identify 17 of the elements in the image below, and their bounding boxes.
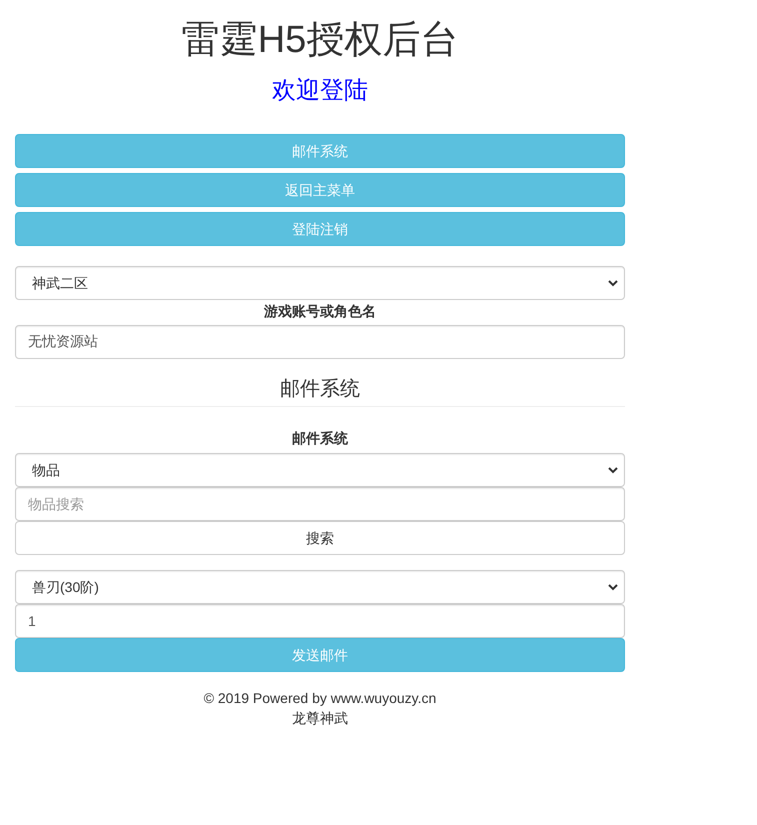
input-field[interactable]: 物品搜索 <box>15 487 625 521</box>
field-label: 邮件系统 <box>291 429 349 448</box>
welcome-heading: 欢迎登陆 <box>271 76 369 106</box>
chevron-down-icon <box>608 466 618 474</box>
search-button[interactable]: 搜索 <box>15 521 625 555</box>
input-field[interactable]: 1 <box>15 604 625 638</box>
dropdown-select[interactable]: 神武二区 <box>15 266 625 300</box>
chevron-down-icon <box>608 584 618 590</box>
dropdown-select[interactable]: 兽刃(30阶) <box>15 570 625 604</box>
field-label: 游戏账号或角色名 <box>263 302 377 321</box>
dropdown-select[interactable]: 物品 <box>15 453 625 487</box>
page-title: 雷霆H5授权后台 <box>180 18 460 62</box>
footer-text: © 2019 Powered by www.wuyouzy.cn <box>204 689 436 708</box>
footer-text: 龙尊神武 <box>292 709 348 728</box>
section-heading: 邮件系统 <box>279 377 361 402</box>
input-field[interactable]: 无忧资源站 <box>15 325 625 359</box>
chevron-down-icon <box>608 280 618 286</box>
